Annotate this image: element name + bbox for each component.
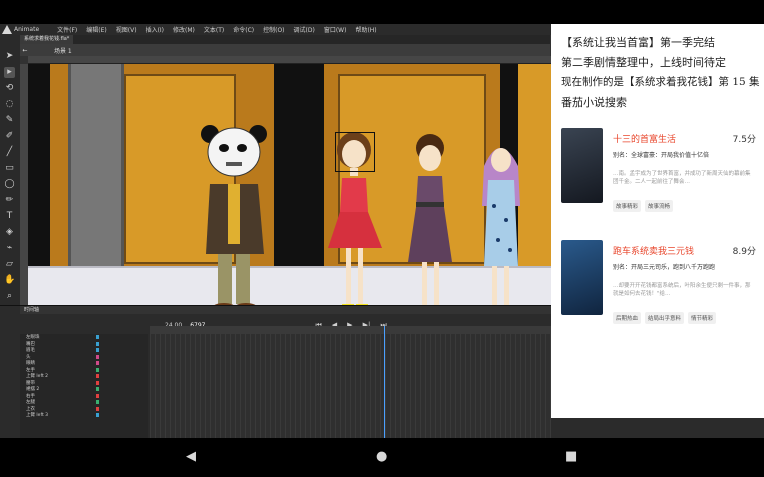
menu-command[interactable]: 命令(C) (233, 25, 254, 34)
back-arrow-icon[interactable]: ← (20, 47, 30, 54)
recent-apps-icon[interactable]: ■ (565, 450, 577, 464)
book-score: 8.9分 (732, 247, 756, 257)
pen-tool-icon[interactable]: ✎ (4, 115, 15, 126)
menu-bar: Animate 文件(F) 编辑(E) 视图(V) 插入(I) 修改(M) 文本… (0, 24, 551, 35)
book-tag[interactable]: 结局出乎意料 (645, 312, 685, 324)
layer-list: 左眼珠 嘴巴 眉毛 头 眼睛 左手 上臂 left 2 腰带 裙摆 2 右手 左… (20, 334, 148, 438)
vertical-ruler (20, 64, 28, 326)
android-nav-bar: ◀ ● ■ (0, 438, 764, 477)
menu-window[interactable]: 窗口(W) (324, 25, 347, 34)
home-icon[interactable]: ● (376, 450, 387, 464)
menu-insert[interactable]: 插入(I) (146, 25, 164, 34)
panda-character[interactable] (200, 124, 272, 314)
book-tag[interactable]: 后期热血 (613, 312, 642, 324)
layer-name: 眼睛 (26, 361, 35, 367)
book-cover (561, 240, 603, 315)
layer-name: 头 (26, 354, 31, 360)
horizontal-ruler (28, 56, 551, 64)
app-name: Animate (14, 26, 40, 33)
menu-control[interactable]: 控制(O) (263, 25, 284, 34)
elevator-door (68, 64, 124, 269)
brush-tool-icon[interactable]: ✐ (4, 131, 15, 142)
eyedropper-icon[interactable]: ⌁ (4, 243, 15, 254)
menu-file[interactable]: 文件(F) (57, 25, 77, 34)
layer-name: 上衣 (26, 406, 35, 412)
book-desc: …南。孟宇成为了世界首富，并成功了新周天仙的幕前集团千金。二人一起前往了舞会… (613, 171, 751, 185)
book-title[interactable]: 十三的首富生活 (613, 132, 676, 145)
subselect-tool-icon[interactable]: ▸ (4, 67, 15, 78)
screen: Animate 文件(F) 编辑(E) 视图(V) 插入(I) 修改(M) 文本… (0, 0, 764, 477)
playhead[interactable] (384, 326, 385, 438)
layer-name: 右手 (26, 393, 35, 399)
document-tab[interactable]: 系统求着我花钱.fla* (20, 35, 74, 44)
menu-debug[interactable]: 调试(D) (294, 25, 315, 34)
book-score: 7.5分 (732, 135, 756, 145)
hand-tool-icon[interactable]: ✋ (4, 275, 15, 286)
layer-name: 上臂 left 3 (26, 413, 49, 419)
rectangle-tool-icon[interactable]: ▭ (4, 163, 15, 174)
menu-help[interactable]: 帮助(H) (355, 25, 376, 34)
overlay-line-2: 第二季剧情整理中，上线时间待定 (561, 56, 726, 69)
oval-tool-icon[interactable]: ◯ (4, 179, 15, 190)
book-tag[interactable]: 故事精彩 (613, 200, 642, 212)
book-tag[interactable]: 故事流畅 (645, 200, 674, 212)
book-title[interactable]: 跑车系统卖我三元钱 (613, 244, 694, 257)
book-tags: 后期热血 结局出乎意料 情节精彩 (613, 312, 717, 324)
overlay-line-4: 番茄小说搜索 (561, 96, 627, 109)
layer-name: 腰带 (26, 380, 35, 386)
layer-name: 裙摆 2 (26, 387, 40, 393)
girl-blue-dress[interactable] (478, 136, 524, 322)
line-tool-icon[interactable]: ╱ (4, 147, 15, 158)
timeline-panel: 时间轴 24.00 6797 ⏮ ◀ ▶ ▶| ⏭ 左眼珠 嘴巴 眉毛 头 眼睛… (0, 305, 551, 438)
pencil-tool-icon[interactable]: ✏ (4, 195, 15, 206)
menu-edit[interactable]: 编辑(E) (86, 25, 106, 34)
layer-name: 左手 (26, 367, 35, 373)
selection-bounding-box[interactable] (335, 132, 375, 172)
girl-purple-dress[interactable] (406, 134, 456, 318)
home-icon[interactable] (2, 25, 12, 34)
layer-name: 上臂 left 2 (26, 374, 49, 380)
scene-bar: ← 场景 1 (20, 44, 550, 56)
layer-name: 左腿 (26, 400, 35, 406)
layer-row[interactable]: 上臂 left 3 (20, 412, 148, 419)
layer-name: 嘴巴 (26, 341, 35, 347)
scene-selector[interactable]: 场景 1 (54, 46, 72, 55)
menu-view[interactable]: 视图(V) (116, 25, 137, 34)
zoom-tool-icon[interactable]: ⌕ (4, 291, 15, 302)
book-tag[interactable]: 情节精彩 (688, 312, 717, 324)
menu-modify[interactable]: 修改(M) (173, 25, 195, 34)
overlay-line-3: 现在制作的是【系统求着我花钱】第 15 集 (561, 76, 760, 88)
layer-name: 眉毛 (26, 348, 35, 354)
book-tags: 故事精彩 故事流畅 (613, 200, 674, 212)
select-tool-icon[interactable]: ➤ (4, 51, 15, 62)
lasso-tool-icon[interactable]: ◌ (4, 99, 15, 110)
timeline-title[interactable]: 时间轴 (20, 306, 551, 314)
book-card[interactable]: 跑车系统卖我三元钱 8.9分 别名：开局三元司乐，跑到八千万跑跑 …却要开开花钱… (561, 240, 756, 335)
overlay-line-1: 【系统让我当首富】第一季完结 (561, 36, 715, 49)
stage-canvas[interactable] (28, 64, 551, 326)
frame-ruler[interactable] (150, 326, 551, 334)
layer-name: 左眼珠 (26, 335, 40, 341)
property-strip (551, 418, 764, 438)
book-alias: 别名：开局三元司乐，跑到八千万跑跑 (613, 264, 716, 271)
menu-text[interactable]: 文本(T) (204, 25, 224, 34)
video-overlay-panel: 【系统让我当首富】第一季完结 第二季剧情整理中，上线时间待定 现在制作的是【系统… (551, 24, 764, 418)
document-tab-bar: 系统求着我花钱.fla* (20, 35, 550, 44)
free-transform-icon[interactable]: ⟲ (4, 83, 15, 94)
book-card[interactable]: 十三的首富生活 7.5分 别名：全球富豪：开局我价值十亿倍 …南。孟宇成为了世界… (561, 128, 756, 223)
eraser-tool-icon[interactable]: ▱ (4, 259, 15, 270)
bucket-tool-icon[interactable]: ◈ (4, 227, 15, 238)
book-alias: 别名：全球富豪：开局我价值十亿倍 (613, 152, 710, 159)
book-cover (561, 128, 603, 203)
text-tool-icon[interactable]: T (4, 211, 15, 222)
frame-grid[interactable] (150, 334, 551, 438)
book-desc: …却要开开花钱都富系统后，叶阳余生便只剩一件事，那就是如何去花钱！"给… (613, 283, 751, 297)
back-icon[interactable]: ◀ (186, 450, 196, 464)
animate-window: Animate 文件(F) 编辑(E) 视图(V) 插入(I) 修改(M) 文本… (0, 24, 551, 438)
